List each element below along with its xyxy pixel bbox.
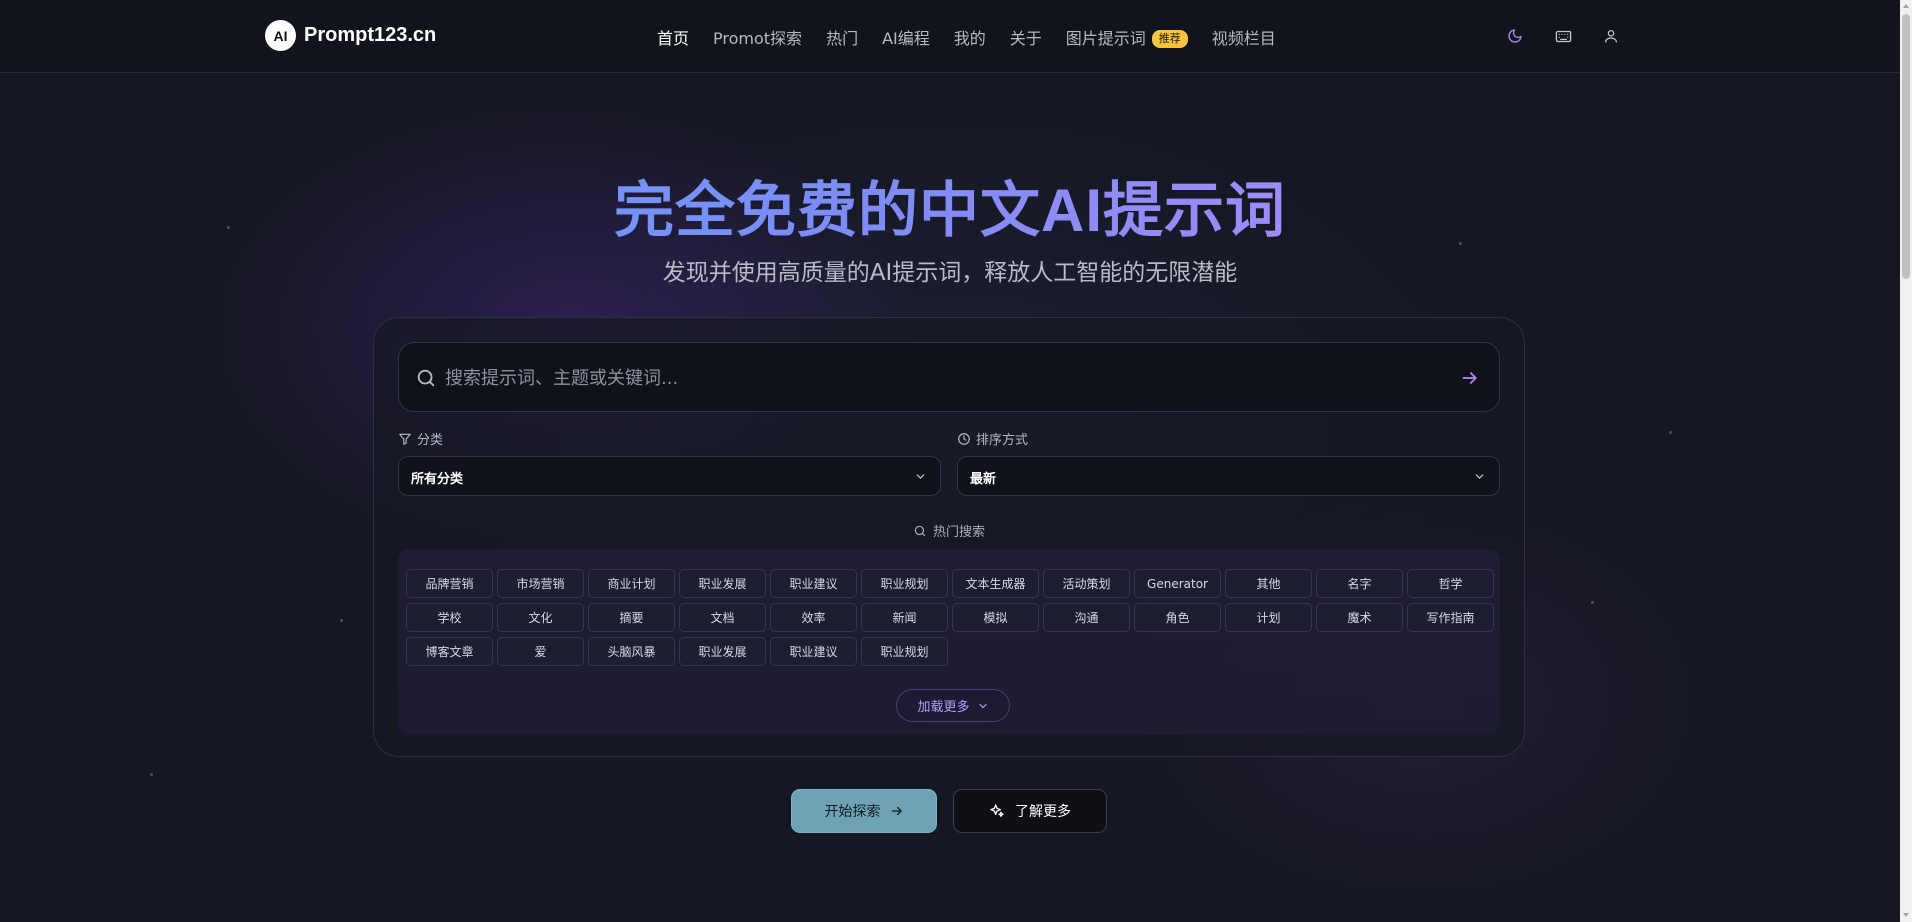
category-label-text: 分类: [417, 433, 444, 448]
nav-item-prompt-explore[interactable]: Promot探索: [713, 25, 802, 49]
hot-tag[interactable]: 文档: [679, 603, 766, 632]
recommend-badge: 推荐: [1151, 30, 1188, 48]
user-icon[interactable]: [1601, 26, 1621, 46]
hot-tag[interactable]: 模拟: [952, 603, 1039, 632]
hot-tags-grid: 品牌营销 市场营销 商业计划 职业发展 职业建议 职业规划 文本生成器 活动策划 Generat…: [406, 569, 1494, 666]
top-navbar: AI Prompt123.cn 首页 Promot探索 热门 AI编程 我的 关…: [0, 0, 1900, 73]
hot-tag[interactable]: 摘要: [588, 603, 675, 632]
search-card: 分类 所有分类 排序方式 最新 热门搜索 品牌营销市场营销商业计划职业发展职业建…: [373, 317, 1525, 757]
hot-tag[interactable]: 魔术: [1316, 603, 1403, 632]
arrow-right-icon: [891, 806, 902, 816]
hot-tag[interactable]: 新闻: [861, 603, 948, 632]
moon-icon[interactable]: [1505, 26, 1525, 46]
sort-label-text: 排序方式: [976, 433, 1029, 448]
hot-tag[interactable]: 商业计划: [588, 569, 675, 598]
header-actions: [1505, 26, 1621, 46]
star-dot: [1591, 601, 1594, 604]
hot-tag[interactable]: 头脑风暴: [588, 637, 675, 666]
hot-tag[interactable]: 职业发展: [679, 569, 766, 598]
hot-tag[interactable]: 职业规划: [861, 637, 948, 666]
hot-tag[interactable]: 市场营销: [497, 569, 584, 598]
nav-item-home[interactable]: 首页: [657, 25, 689, 49]
load-more-label: 加载更多: [917, 700, 970, 715]
nav-item-ai-coding[interactable]: AI编程: [882, 25, 930, 49]
hot-tag[interactable]: 职业规划: [861, 569, 948, 598]
star-dot: [150, 773, 153, 776]
sort-select[interactable]: 最新: [957, 456, 1500, 496]
search-input[interactable]: [445, 361, 1425, 395]
search-icon: [914, 525, 926, 536]
hero-title: 完全免费的中文AI提示词: [0, 162, 1900, 249]
learn-more-button[interactable]: 了解更多: [953, 789, 1107, 833]
hot-tag[interactable]: 活动策划: [1043, 569, 1130, 598]
sort-select-value: 最新: [970, 472, 997, 487]
scroll-down-arrow-icon[interactable]: [1903, 913, 1909, 917]
category-select-value: 所有分类: [411, 472, 464, 487]
hot-tag[interactable]: 计划: [1225, 603, 1312, 632]
nav-item-video[interactable]: 视频栏目: [1212, 25, 1276, 49]
hot-tag[interactable]: 沟通: [1043, 603, 1130, 632]
filter-icon: [399, 433, 411, 445]
hero-subtitle: 发现并使用高质量的AI提示词，释放人工智能的无限潜能: [662, 260, 1238, 286]
hot-search-title: 热门搜索: [932, 525, 985, 540]
chevron-down-icon: [1475, 474, 1484, 479]
scroll-up-arrow-icon[interactable]: [1903, 4, 1909, 8]
nav-item-image-prompts[interactable]: 图片提示词 推荐: [1066, 25, 1188, 49]
main-nav: 首页 Promot探索 热门 AI编程 我的 关于 图片提示词 推荐 视频栏目: [657, 25, 1276, 49]
hot-tag[interactable]: 文化: [497, 603, 584, 632]
hot-tag[interactable]: 学校: [406, 603, 493, 632]
hot-tag[interactable]: 文本生成器: [952, 569, 1039, 598]
logo-text: Prompt123.cn: [304, 24, 437, 46]
hot-tag[interactable]: 职业发展: [679, 637, 766, 666]
search-submit-arrow-icon[interactable]: [1459, 367, 1481, 389]
hot-tag[interactable]: 效率: [770, 603, 857, 632]
clock-icon: [958, 432, 970, 445]
hot-tag[interactable]: 写作指南: [1407, 603, 1494, 632]
scrollbar-thumb[interactable]: [1902, 14, 1910, 279]
star-dot: [1669, 431, 1672, 434]
category-filter-label: 分类: [398, 429, 443, 448]
sparkles-icon: [990, 804, 1004, 817]
nav-item-image-prompts-label: 图片提示词: [1065, 29, 1146, 48]
hot-tag[interactable]: 名字: [1316, 569, 1403, 598]
logo-badge: AI: [265, 20, 296, 51]
star-dot: [340, 619, 343, 622]
nav-item-about[interactable]: 关于: [1010, 25, 1042, 49]
hot-tag[interactable]: Generator: [1134, 569, 1221, 598]
nav-item-mine[interactable]: 我的: [954, 25, 986, 49]
hot-tag[interactable]: 其他: [1225, 569, 1312, 598]
load-more-button[interactable]: 加载更多: [896, 689, 1010, 722]
search-box: [398, 342, 1500, 412]
hot-tag[interactable]: 哲学: [1407, 569, 1494, 598]
hot-tag[interactable]: 角色: [1134, 603, 1221, 632]
page-scrollbar[interactable]: [1900, 0, 1912, 922]
search-icon: [415, 367, 437, 393]
start-explore-label: 开始探索: [824, 804, 881, 820]
start-explore-button[interactable]: 开始探索: [791, 789, 937, 833]
chevron-down-icon: [916, 474, 925, 479]
hot-tags-panel: 品牌营销 市场营销 商业计划 职业发展 职业建议 职业规划 文本生成器 活动策划 Generat…: [398, 549, 1500, 735]
category-select[interactable]: 所有分类: [398, 456, 941, 496]
nav-item-hot[interactable]: 热门: [826, 25, 858, 49]
hot-tag[interactable]: 职业建议: [770, 569, 857, 598]
learn-more-label: 了解更多: [1015, 804, 1071, 820]
hot-tag[interactable]: 博客文章: [406, 637, 493, 666]
sort-filter-label: 排序方式: [957, 429, 1028, 448]
chevron-down-icon: [978, 703, 987, 708]
hot-search-heading: 热门搜索: [398, 521, 1500, 540]
hot-tag[interactable]: 品牌营销: [406, 569, 493, 598]
hot-tag[interactable]: 职业建议: [770, 637, 857, 666]
keyboard-icon[interactable]: [1553, 26, 1573, 46]
hot-tag[interactable]: 爱: [497, 637, 584, 666]
site-logo[interactable]: AI Prompt123.cn: [265, 20, 436, 51]
